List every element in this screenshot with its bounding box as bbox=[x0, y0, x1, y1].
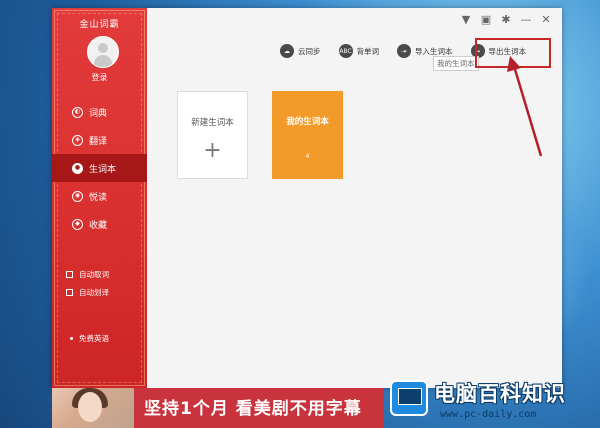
sidebar-item-favorites[interactable]: ◆ 收藏 bbox=[52, 210, 147, 238]
sidebar-item-label: 生词本 bbox=[89, 164, 117, 175]
auto-translate-checkbox[interactable] bbox=[66, 288, 73, 296]
login-link[interactable]: 登录 bbox=[52, 72, 147, 83]
sidebar-item-label: 悦读 bbox=[89, 192, 108, 203]
monitor-logo-icon bbox=[390, 380, 428, 416]
auto-lookup-option[interactable]: 自动取词 bbox=[66, 265, 109, 283]
import-icon: ⇥ bbox=[397, 44, 411, 58]
banner-text: 坚持1个月 看美剧不用字幕 bbox=[144, 399, 362, 419]
avatar-head bbox=[98, 43, 108, 53]
sidebar-item-translate[interactable]: ◈ 翻译 bbox=[52, 126, 147, 154]
gear-icon[interactable]: ✱ bbox=[500, 14, 512, 26]
auto-translate-option[interactable]: 自动划译 bbox=[66, 283, 109, 301]
sidebar-item-label: 词典 bbox=[89, 108, 108, 119]
watermark: 电脑百科知识 www.pc-daily.com bbox=[384, 372, 600, 428]
reading-icon: ◉ bbox=[72, 190, 83, 202]
sidebar-item-dictionary[interactable]: ◐ 词典 bbox=[52, 98, 147, 126]
auto-lookup-checkbox[interactable] bbox=[66, 270, 73, 278]
tooltip: 我的生词本 bbox=[433, 56, 479, 71]
app-window: 金山词霸 登录 ◐ 词典 ◈ 翻译 ● 生词本 ◉ 悦读 ◆ 收藏 自动取词 自… bbox=[52, 8, 562, 388]
sidebar-item-reading[interactable]: ◉ 悦读 bbox=[52, 182, 147, 210]
sidebar-item-vocab-book[interactable]: ● 生词本 bbox=[52, 154, 147, 182]
free-english-link[interactable]: 免费英语 bbox=[70, 333, 109, 344]
favorites-icon: ◆ bbox=[72, 218, 83, 230]
abc-icon: ABC bbox=[338, 44, 353, 58]
window-controls: ▼ ▣ ✱ — ✕ bbox=[460, 14, 552, 26]
plus-icon: + bbox=[203, 138, 222, 163]
new-vocab-book-card[interactable]: 新建生词本 + bbox=[177, 91, 248, 179]
avatar[interactable] bbox=[87, 36, 119, 68]
chat-icon[interactable]: ▣ bbox=[480, 14, 492, 26]
sidebar-item-label: 翻译 bbox=[89, 136, 108, 147]
sidebar-options: 自动取词 自动划译 bbox=[66, 265, 109, 301]
app-title: 金山词霸 bbox=[79, 20, 120, 30]
sidebar: 金山词霸 登录 ◐ 词典 ◈ 翻译 ● 生词本 ◉ 悦读 ◆ 收藏 自动取词 自… bbox=[52, 8, 147, 388]
ad-banner[interactable]: 坚持1个月 看美剧不用字幕 bbox=[52, 388, 384, 428]
dictionary-icon: ◐ bbox=[72, 106, 83, 118]
translate-icon: ◈ bbox=[72, 134, 83, 146]
free-english-label: 免费英语 bbox=[79, 334, 109, 343]
my-vocab-book-count: 4 bbox=[305, 153, 310, 160]
banner-photo bbox=[52, 388, 134, 428]
cloud-sync-icon: ☁ bbox=[280, 44, 294, 58]
memorize-words-button[interactable]: ABC 背单词 bbox=[338, 44, 380, 58]
watermark-url: www.pc-daily.com bbox=[440, 409, 537, 420]
new-vocab-book-label: 新建生词本 bbox=[191, 118, 234, 128]
bullet-icon bbox=[70, 337, 73, 340]
sidebar-item-label: 收藏 bbox=[89, 220, 108, 231]
my-vocab-book-card[interactable]: 我的生词本 4 bbox=[272, 91, 343, 179]
monitor-screen bbox=[398, 388, 422, 405]
banner-photo-face bbox=[78, 392, 102, 422]
sidebar-nav: ◐ 词典 ◈ 翻译 ● 生词本 ◉ 悦读 ◆ 收藏 bbox=[52, 98, 147, 238]
vocab-book-icon: ● bbox=[72, 162, 83, 174]
memorize-words-label: 背单词 bbox=[356, 46, 380, 56]
auto-translate-label: 自动划译 bbox=[79, 287, 109, 297]
my-vocab-book-label: 我的生词本 bbox=[286, 117, 329, 127]
auto-lookup-label: 自动取词 bbox=[79, 269, 109, 279]
import-vocab-label: 导入生词本 bbox=[415, 46, 453, 56]
minimize-icon[interactable]: — bbox=[520, 14, 532, 26]
close-icon[interactable]: ✕ bbox=[540, 14, 552, 26]
watermark-title: 电脑百科知识 bbox=[434, 382, 566, 406]
cloud-sync-label: 云同步 bbox=[298, 46, 321, 56]
cloud-sync-button[interactable]: ☁ 云同步 bbox=[280, 44, 321, 58]
tshirt-icon[interactable]: ▼ bbox=[460, 14, 472, 26]
annotation-highlight-box bbox=[475, 38, 551, 68]
avatar-body bbox=[94, 55, 112, 67]
